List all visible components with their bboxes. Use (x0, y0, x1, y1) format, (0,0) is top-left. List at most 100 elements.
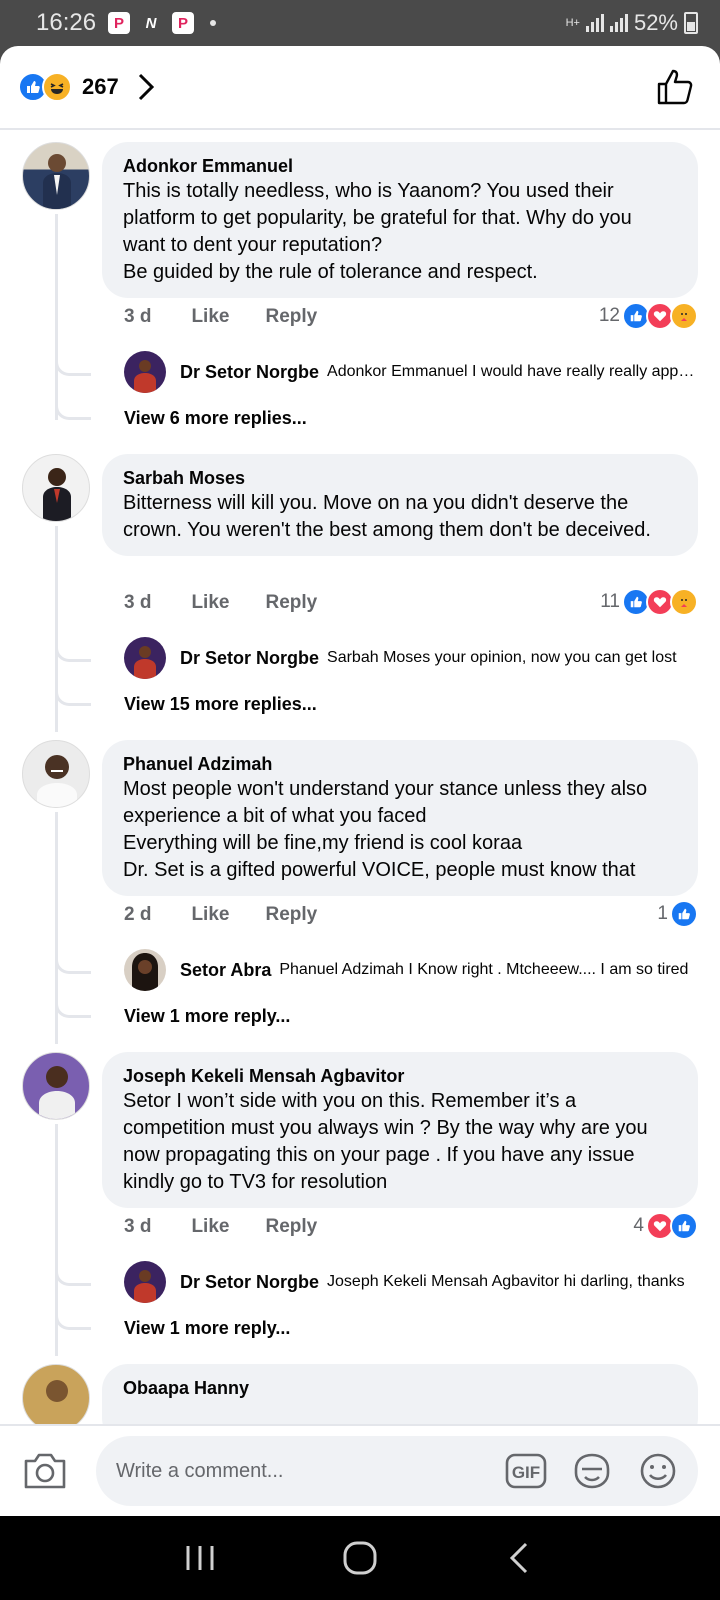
signal-icon (609, 14, 628, 32)
like-icon (670, 900, 698, 928)
reply-author: Dr Setor Norgbe (180, 361, 320, 382)
comment-author[interactable]: Phanuel Adzimah (123, 752, 678, 776)
sticker-button[interactable] (570, 1451, 614, 1491)
comment-age: 3 d (124, 592, 152, 613)
like-post-button[interactable] (656, 67, 696, 107)
comment-text: Bitterness will kill you. Move on na you… (123, 492, 651, 541)
reply-avatar (124, 949, 166, 991)
reply-button[interactable]: Reply (265, 1216, 317, 1238)
comment-text: Most people won't understand your stance… (123, 778, 648, 881)
comment-author[interactable]: Adonkor Emmanuel (123, 154, 678, 178)
care-icon (670, 588, 698, 616)
avatar[interactable] (22, 1364, 90, 1432)
comment-reactions[interactable]: 4 (633, 1212, 698, 1240)
thread-branch (55, 1264, 91, 1286)
comment-actions: 3 d Like Reply (124, 592, 353, 614)
comment-reactions[interactable]: 1 (657, 900, 698, 928)
reactions-summary[interactable]: 267 (18, 72, 155, 102)
thread-line (55, 214, 89, 420)
comment-age: 3 d (124, 306, 152, 327)
reply-button[interactable]: Reply (265, 592, 317, 614)
like-icon (670, 1212, 698, 1240)
recent-apps-button[interactable] (180, 1540, 220, 1576)
reactions-header: 267 (0, 46, 720, 130)
system-nav-bar (0, 1516, 720, 1600)
more-notifications-icon (210, 20, 217, 26)
thread-branch (55, 996, 91, 1018)
comment-bubble[interactable]: Sarbah Moses Bitterness will kill you. M… (102, 454, 698, 556)
avatar[interactable] (22, 740, 90, 808)
comment-reactions[interactable]: 12 (599, 302, 698, 330)
comment-author[interactable]: Joseph Kekeli Mensah Agbavitor (123, 1064, 678, 1088)
view-more-replies-link[interactable]: View 1 more reply... (124, 1006, 290, 1027)
comment-actions: 3 d Like Reply (124, 1216, 353, 1238)
reply-avatar (124, 637, 166, 679)
reply-snippet: Adonkor Emmanuel I would have really rea… (327, 363, 698, 380)
comment-author[interactable]: Obaapa Hanny (123, 1376, 678, 1400)
thread-branch (55, 398, 91, 420)
comments-panel: 267 Adonkor Emmanuel This is totally nee… (0, 46, 720, 1516)
avatar[interactable] (22, 142, 90, 210)
like-button[interactable]: Like (191, 904, 229, 926)
reply-snippet: Phanuel Adzimah I Know right . Mtcheeew.… (279, 961, 689, 978)
reply-preview[interactable]: Dr Setor Norgbe Sarbah Moses your opinio… (124, 636, 698, 680)
comment-actions: 2 d Like Reply (124, 904, 353, 926)
like-button[interactable]: Like (191, 306, 229, 328)
thread-branch (55, 684, 91, 706)
status-time: 16:26 (36, 9, 97, 36)
comment-input[interactable] (116, 1459, 482, 1483)
thread-branch (55, 1308, 91, 1330)
reply-preview[interactable]: Dr Setor Norgbe Joseph Kekeli Mensah Agb… (124, 1260, 698, 1304)
comment-composer: GIF (0, 1424, 720, 1516)
like-button[interactable]: Like (191, 592, 229, 614)
network-type: H+ (565, 16, 580, 29)
gif-button[interactable]: GIF (504, 1451, 548, 1491)
thread-branch (55, 354, 91, 376)
comment-reactions[interactable]: 11 (600, 588, 698, 616)
comments-list: Adonkor Emmanuel This is totally needles… (0, 142, 720, 1472)
comment-reaction-count: 1 (657, 903, 668, 924)
status-indicators: H+ 52% (566, 10, 698, 36)
reply-snippet: Sarbah Moses your opinion, now you can g… (327, 649, 677, 666)
comment-text: This is totally needless, who is Yaanom?… (123, 180, 632, 283)
emoji-button[interactable] (636, 1451, 680, 1491)
care-icon (670, 302, 698, 330)
thread-branch (55, 640, 91, 662)
comment-bubble[interactable]: Joseph Kekeli Mensah Agbavitor Setor I w… (102, 1052, 698, 1208)
reaction-count: 267 (82, 74, 119, 99)
camera-button[interactable] (22, 1451, 68, 1491)
reply-author: Setor Abra (180, 959, 272, 980)
home-button[interactable] (340, 1540, 380, 1576)
comment-author[interactable]: Sarbah Moses (123, 466, 678, 490)
view-more-replies-link[interactable]: View 15 more replies... (124, 694, 317, 715)
comment-bubble[interactable]: Phanuel Adzimah Most people won't unders… (102, 740, 698, 896)
app-notification-icon: P (172, 12, 195, 34)
view-more-replies-link[interactable]: View 1 more reply... (124, 1318, 290, 1339)
reply-avatar (124, 1261, 166, 1303)
haha-icon (42, 72, 72, 102)
comment-age: 3 d (124, 1216, 152, 1237)
chevron-right-icon (138, 73, 154, 101)
reply-button[interactable]: Reply (265, 904, 317, 926)
comment-bubble[interactable]: Adonkor Emmanuel This is totally needles… (102, 142, 698, 298)
comment-reaction-count: 11 (600, 591, 620, 612)
app-notification-icon: N (145, 14, 157, 32)
gif-label: GIF (512, 1463, 540, 1482)
comment-reaction-count: 4 (633, 1215, 644, 1236)
reply-preview[interactable]: Dr Setor Norgbe Adonkor Emmanuel I would… (124, 350, 698, 394)
back-button[interactable] (500, 1540, 540, 1576)
reply-author: Dr Setor Norgbe (180, 1271, 320, 1292)
comment-text: Setor I won’t side with you on this. Rem… (123, 1090, 648, 1193)
comment-box: GIF (96, 1436, 698, 1506)
comment-reaction-count: 12 (598, 305, 620, 326)
view-more-replies-link[interactable]: View 6 more replies... (124, 408, 307, 429)
comment-actions: 3 d Like Reply (124, 306, 353, 328)
reply-snippet: Joseph Kekeli Mensah Agbavitor hi darlin… (327, 1273, 685, 1290)
avatar[interactable] (22, 454, 90, 522)
reply-preview[interactable]: Setor Abra Phanuel Adzimah I Know right … (124, 948, 698, 992)
battery-icon (684, 12, 698, 34)
avatar[interactable] (22, 1052, 90, 1120)
like-button[interactable]: Like (191, 1216, 229, 1238)
reply-author: Dr Setor Norgbe (180, 647, 320, 668)
reply-button[interactable]: Reply (265, 306, 317, 328)
